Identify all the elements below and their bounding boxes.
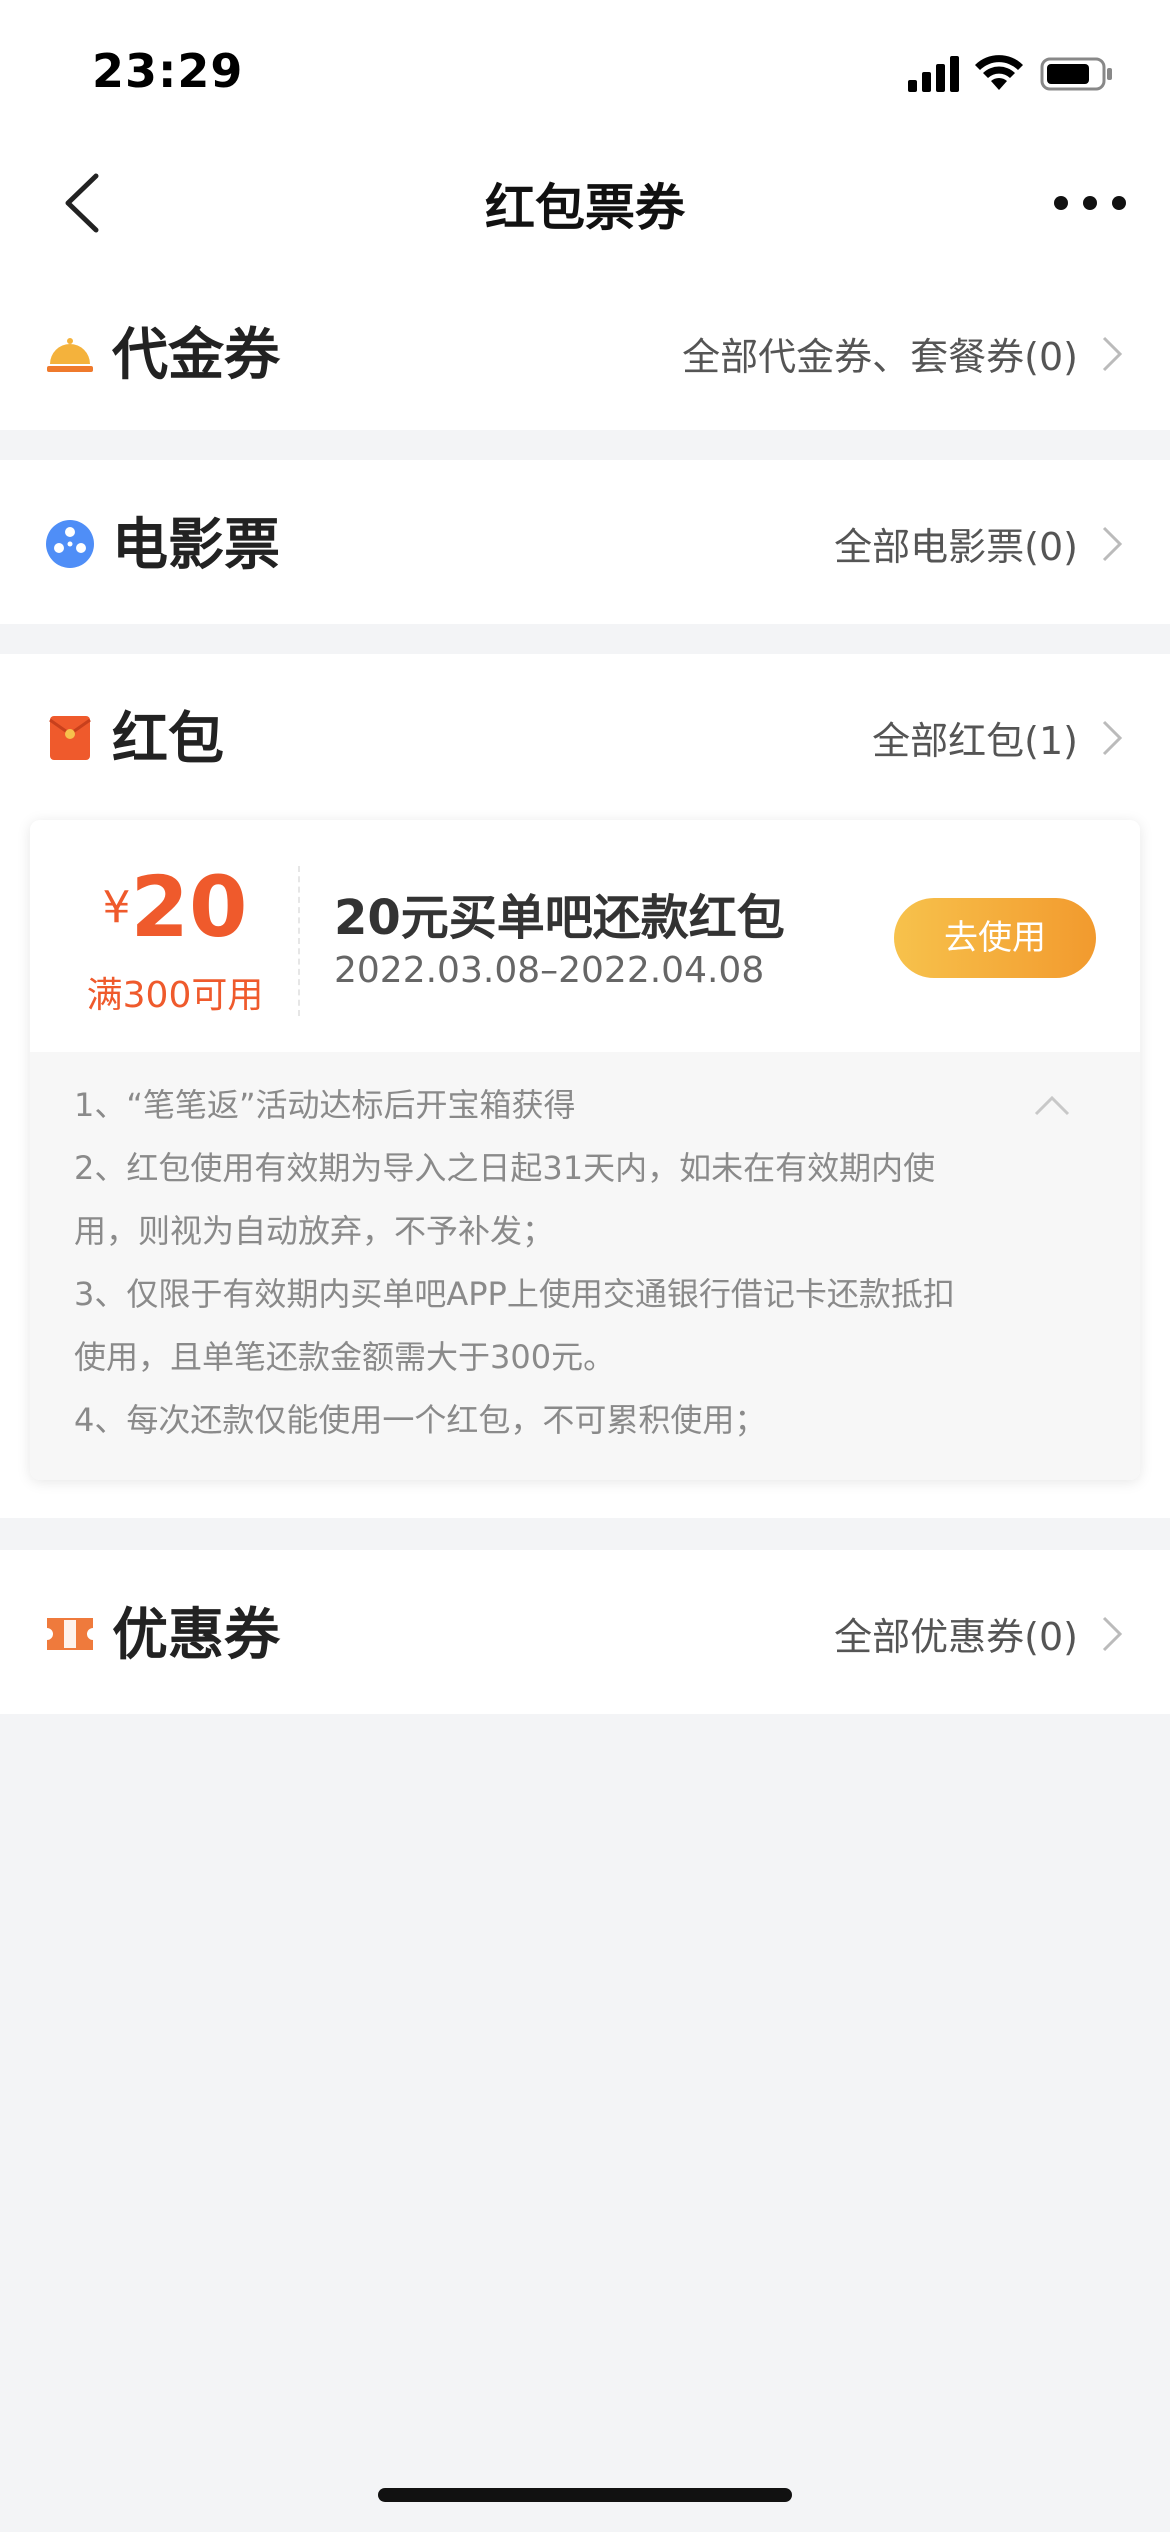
rule-line: 2、红包使用有效期为导入之日起31天内，如未在有效期内使 xyxy=(74,1149,936,1187)
red-packet-summary: ¥20 满300可用 20元买单吧还款红包 2022.03.08–2022.04… xyxy=(30,820,1140,1052)
section-title: 红包 xyxy=(112,707,224,772)
chevron-right-icon xyxy=(1102,1616,1123,1652)
battery-icon xyxy=(1040,57,1112,91)
usage-threshold: 满300可用 xyxy=(86,975,264,1016)
rule-line: 1、“笔笔返”活动达标后开宝箱获得 xyxy=(74,1086,576,1124)
chevron-right-icon xyxy=(1102,526,1123,562)
section-coupons: 优惠券 全部优惠券(0) xyxy=(0,1550,1170,1714)
vouchers-row[interactable]: 代金券 全部代金券、套餐券(0) xyxy=(0,270,1170,436)
home-indicator[interactable] xyxy=(378,2488,792,2502)
rule-line: 4、每次还款仅能使用一个红包，不可累积使用； xyxy=(74,1401,767,1439)
red-packet-amount: 20 xyxy=(130,858,248,956)
rule-line: 3、仅限于有效期内买单吧APP上使用交通银行借记卡还款抵扣 xyxy=(74,1275,955,1313)
section-link[interactable]: 全部代金券、套餐券(0) xyxy=(682,326,1078,381)
status-bar: 23:29 xyxy=(0,0,1170,140)
red-packet-validity: 2022.03.08–2022.04.08 xyxy=(334,950,765,991)
section-link[interactable]: 全部红包(1) xyxy=(872,710,1078,765)
red-packet-rules: 1、“笔笔返”活动达标后开宝箱获得 2、红包使用有效期为导入之日起31天内，如未… xyxy=(30,1052,1140,1480)
chevron-right-icon xyxy=(1102,336,1123,372)
section-vouchers: 代金券 全部代金券、套餐券(0) xyxy=(0,270,1170,430)
page-title: 红包票券 xyxy=(485,179,685,237)
chevron-up-icon[interactable] xyxy=(1032,1092,1072,1120)
section-title: 电影票 xyxy=(112,513,280,578)
dashed-divider xyxy=(298,866,300,1016)
chevron-right-icon xyxy=(1102,720,1123,756)
section-link[interactable]: 全部电影票(0) xyxy=(834,516,1078,571)
section-link[interactable]: 全部优惠券(0) xyxy=(834,1606,1078,1661)
cellular-signal-icon xyxy=(908,56,959,92)
red-packet-card: ¥20 满300可用 20元买单吧还款红包 2022.03.08–2022.04… xyxy=(30,820,1140,1480)
film-reel-icon xyxy=(46,520,94,568)
wifi-icon xyxy=(975,55,1023,90)
use-button[interactable]: 去使用 xyxy=(894,898,1096,978)
rule-line: 使用，且单笔还款金额需大于300元。 xyxy=(74,1338,616,1376)
status-time: 23:29 xyxy=(92,44,244,98)
coupons-row[interactable]: 优惠券 全部优惠券(0) xyxy=(0,1550,1170,1716)
currency-symbol: ¥ xyxy=(102,882,131,933)
nav-bar: 红包票券 xyxy=(0,140,1170,270)
section-red-packets: 红包 全部红包(1) ¥20 满300可用 20元买单吧还款红包 2022.03… xyxy=(0,654,1170,1518)
rules-list: 1、“笔笔返”活动达标后开宝箱获得 2、红包使用有效期为导入之日起31天内，如未… xyxy=(74,1074,1024,1452)
red-envelope-icon xyxy=(49,716,91,760)
section-title: 优惠券 xyxy=(112,1603,280,1668)
section-title: 代金券 xyxy=(112,323,280,388)
ticket-icon xyxy=(47,1618,93,1650)
red-packet-title: 20元买单吧还款红包 xyxy=(334,890,785,946)
movie-tickets-row[interactable]: 电影票 全部电影票(0) xyxy=(0,460,1170,626)
bell-icon xyxy=(47,338,93,372)
more-options-button[interactable] xyxy=(1050,170,1130,230)
red-packet-amount-block: ¥20 满300可用 xyxy=(70,858,280,1018)
section-movie-tickets: 电影票 全部电影票(0) xyxy=(0,460,1170,624)
rule-line: 用，则视为自动放弃，不予补发； xyxy=(74,1212,555,1250)
red-packets-row[interactable]: 红包 全部红包(1) xyxy=(0,654,1170,820)
